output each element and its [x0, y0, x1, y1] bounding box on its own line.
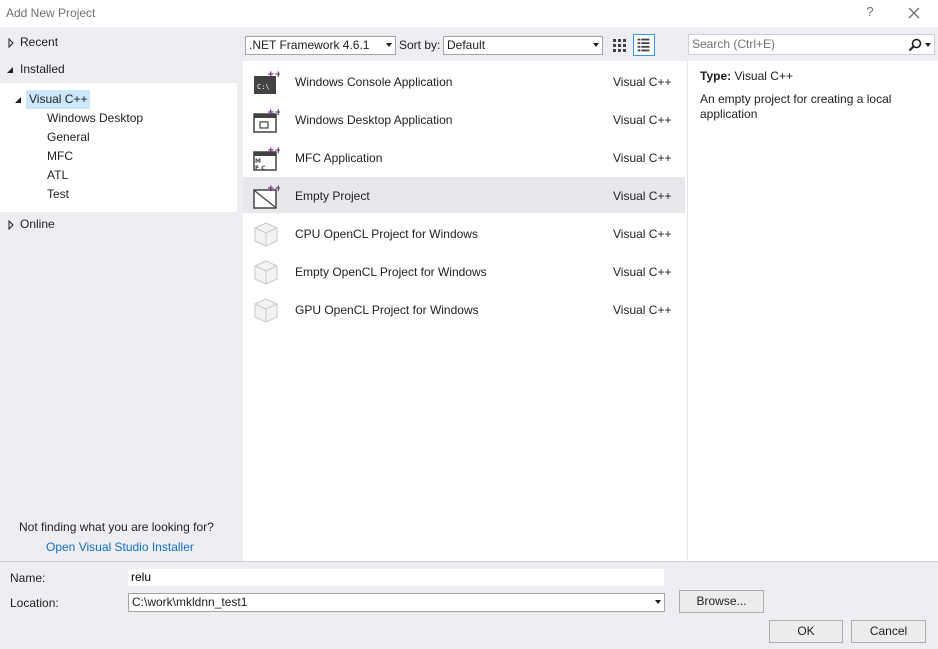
list-view-icon[interactable]: [633, 34, 655, 56]
template-row[interactable]: M F C ++ MFC Application Visual C++: [243, 139, 685, 175]
template-list: C:\ ++ Windows Console Application Visua…: [243, 61, 687, 561]
template-language: Visual C++: [613, 113, 672, 127]
location-label: Location:: [10, 596, 59, 610]
framework-dropdown[interactable]: .NET Framework 4.6.1: [245, 36, 396, 55]
template-language: Visual C++: [613, 151, 672, 165]
template-language: Visual C++: [613, 75, 672, 89]
sort-value: Default: [447, 38, 486, 52]
svg-text:M: M: [255, 158, 261, 165]
search-placeholder: Search (Ctrl+E): [692, 37, 776, 51]
expand-arrow-icon[interactable]: [6, 38, 16, 48]
opencl-cube-icon: [254, 222, 278, 247]
tree-item-online[interactable]: Online: [20, 215, 55, 234]
template-language: Visual C++: [613, 303, 672, 317]
type-line: Type: Visual C++: [700, 69, 793, 83]
chevron-down-icon[interactable]: [925, 43, 931, 47]
small-icons-view-icon[interactable]: [608, 34, 630, 56]
tree-item-windows-desktop[interactable]: Windows Desktop: [47, 109, 143, 128]
template-description: An empty project for creating a local ap…: [700, 92, 892, 121]
svg-text:C:\: C:\: [257, 83, 270, 91]
template-language: Visual C++: [613, 265, 672, 279]
template-name: Windows Console Application: [295, 75, 453, 89]
name-label: Name:: [10, 571, 46, 585]
type-value: Visual C++: [734, 69, 793, 83]
type-label: Type:: [700, 69, 732, 83]
cancel-button[interactable]: Cancel: [851, 620, 926, 643]
location-dropdown[interactable]: C:\work\mkldnn_test1: [128, 593, 665, 612]
tree-item-installed[interactable]: Installed: [20, 60, 65, 79]
category-tree: Recent Installed Visual C++ Windows Desk…: [0, 28, 241, 561]
template-row-selected[interactable]: ++ Empty Project Visual C++: [243, 177, 685, 213]
tree-item-test[interactable]: Test: [47, 185, 69, 204]
not-finding-text: Not finding what you are looking for?: [19, 520, 214, 534]
tree-item-visual-cpp[interactable]: Visual C++: [26, 90, 91, 109]
tree-item-mfc[interactable]: MFC: [47, 147, 73, 166]
close-icon[interactable]: [903, 2, 925, 24]
template-language: Visual C++: [613, 227, 672, 241]
svg-text:++: ++: [267, 108, 280, 118]
template-name: Windows Desktop Application: [295, 113, 453, 127]
chevron-down-icon: [386, 43, 392, 47]
open-installer-link[interactable]: Open Visual Studio Installer: [46, 540, 194, 554]
tree-item-general[interactable]: General: [47, 128, 90, 147]
collapse-arrow-icon[interactable]: [5, 65, 15, 75]
template-row[interactable]: C:\ ++ Windows Console Application Visua…: [243, 63, 685, 99]
svg-text:F C: F C: [255, 165, 266, 172]
template-name: MFC Application: [295, 151, 383, 165]
template-language: Visual C++: [613, 189, 672, 203]
project-form: Name: Location: C:\work\mkldnn_test1 Bro…: [0, 561, 938, 649]
chevron-down-icon: [655, 600, 661, 604]
template-row[interactable]: GPU OpenCL Project for Windows Visual C+…: [243, 291, 685, 327]
mfc-app-icon: M F C ++: [253, 146, 280, 172]
tree-item-recent[interactable]: Recent: [20, 33, 58, 52]
svg-text:++: ++: [267, 70, 280, 80]
template-row[interactable]: CPU OpenCL Project for Windows Visual C+…: [243, 215, 685, 251]
template-row[interactable]: Empty OpenCL Project for Windows Visual …: [243, 253, 685, 289]
template-name: Empty OpenCL Project for Windows: [295, 265, 487, 279]
template-row[interactable]: ++ Windows Desktop Application Visual C+…: [243, 101, 685, 137]
opencl-cube-icon: [254, 298, 278, 323]
ok-button[interactable]: OK: [769, 620, 843, 643]
template-name: Empty Project: [295, 189, 370, 203]
opencl-cube-icon: [254, 260, 278, 285]
svg-text:++: ++: [267, 184, 280, 194]
template-toolbar: .NET Framework 4.6.1 Sort by: Default Se…: [241, 28, 938, 61]
location-value: C:\work\mkldnn_test1: [132, 595, 248, 609]
template-name: GPU OpenCL Project for Windows: [295, 303, 479, 317]
framework-value: .NET Framework 4.6.1: [249, 38, 370, 52]
console-app-icon: C:\ ++: [254, 70, 280, 94]
help-button[interactable]: ?: [862, 4, 878, 22]
sort-by-label: Sort by:: [399, 38, 441, 52]
expand-arrow-icon[interactable]: [6, 220, 16, 230]
browse-button[interactable]: Browse...: [679, 590, 764, 613]
desktop-app-icon: ++: [253, 108, 280, 133]
tree-item-atl[interactable]: ATL: [47, 166, 68, 185]
search-icon[interactable]: [908, 38, 922, 52]
template-name: CPU OpenCL Project for Windows: [295, 227, 478, 241]
empty-project-icon: ++: [253, 184, 280, 209]
template-details: Type: Visual C++ An empty project for cr…: [687, 61, 938, 561]
project-name-input[interactable]: [128, 569, 664, 586]
sort-dropdown[interactable]: Default: [443, 36, 603, 55]
window-title: Add New Project: [6, 6, 96, 20]
search-input[interactable]: Search (Ctrl+E): [688, 34, 935, 55]
title-bar: Add New Project ?: [0, 0, 938, 27]
svg-text:++: ++: [267, 146, 280, 156]
collapse-arrow-icon[interactable]: [13, 95, 23, 105]
chevron-down-icon: [593, 43, 599, 47]
